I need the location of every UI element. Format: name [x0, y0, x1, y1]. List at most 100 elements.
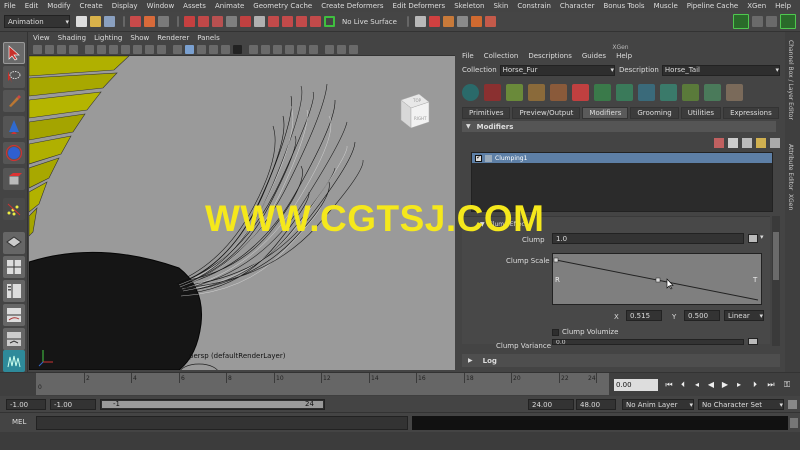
variance-expr-icon[interactable] [748, 338, 758, 345]
menu-animate[interactable]: Animate [215, 2, 244, 10]
normalize-guide-icon[interactable] [660, 83, 677, 101]
save-modifier-icon[interactable] [756, 138, 766, 148]
tab-utilities[interactable]: Utilities [680, 107, 722, 119]
xgen-menu-collection[interactable]: Collection [484, 52, 519, 60]
anti-alias-icon[interactable] [297, 44, 306, 54]
tab-grooming[interactable]: Grooming [630, 107, 679, 119]
menu-window[interactable]: Window [147, 2, 175, 10]
log-section-header[interactable]: ▶ Log [462, 354, 780, 367]
tab-xgen[interactable]: XGen [787, 194, 794, 210]
layout-persp-outliner-icon[interactable] [3, 280, 25, 302]
guide-length-icon[interactable] [682, 83, 699, 101]
select-hierarchy-icon[interactable] [130, 16, 141, 27]
toggle-sidebar-icon[interactable] [733, 14, 749, 29]
rotate-tool-icon[interactable] [3, 142, 25, 164]
menu-file[interactable]: File [4, 2, 16, 10]
key-icon[interactable]: ⚿ [782, 379, 792, 390]
range-slider-bar[interactable]: -1 24 [100, 399, 325, 410]
step-back-key-icon[interactable]: ⏴ [678, 379, 688, 390]
render-frame-icon[interactable] [428, 16, 440, 27]
menu-modify[interactable]: Modify [47, 2, 70, 10]
layout-four-icon[interactable] [3, 256, 25, 278]
safe-title-icon[interactable] [157, 44, 166, 54]
layout-graph-icon[interactable] [3, 304, 25, 326]
layout-hypershade-icon[interactable] [3, 328, 25, 350]
snap-curve-icon[interactable] [282, 16, 293, 27]
chevron-down-icon[interactable]: ▾ [760, 233, 764, 241]
clump-volumize-checkbox[interactable] [552, 328, 559, 336]
step-forward-key-icon[interactable]: ⏵ [750, 379, 760, 390]
image-plane-icon[interactable] [69, 44, 78, 54]
playback-start-input[interactable]: -1.00 [50, 399, 96, 410]
list-item[interactable]: Clumping1 [472, 153, 772, 163]
lights-icon[interactable] [221, 44, 230, 54]
select-object-icon[interactable] [144, 16, 155, 27]
sculpt-guides-icon[interactable] [528, 83, 545, 101]
clump-input[interactable]: 1.0 [552, 233, 744, 244]
range-slider-fill[interactable] [102, 401, 323, 408]
tab-expressions[interactable]: Expressions [723, 107, 779, 119]
menu-edit[interactable]: Edit [25, 2, 39, 10]
tab-attribute-editor[interactable]: Attribute Editor [787, 144, 794, 190]
xgen-preview-icon[interactable] [3, 350, 25, 372]
scale-tool-icon[interactable] [3, 168, 25, 190]
soft-mod-icon[interactable] [3, 198, 25, 220]
vp-menu-view[interactable]: View [33, 34, 50, 42]
start-time-input[interactable]: -1.00 [6, 399, 46, 410]
mask-face-icon[interactable] [212, 16, 223, 27]
camera-icon[interactable] [33, 44, 42, 54]
vp-menu-lighting[interactable]: Lighting [94, 34, 122, 42]
params-scrollbar[interactable] [772, 216, 780, 346]
isolate-select-icon[interactable] [325, 44, 334, 54]
anim-layer-select[interactable]: No Anim Layer ▾ [622, 399, 694, 410]
select-component-icon[interactable] [158, 16, 169, 27]
depth-of-field-icon[interactable] [309, 44, 318, 54]
wireframe-icon[interactable] [173, 44, 182, 54]
render-settings-icon[interactable] [456, 16, 468, 27]
menu-skeleton[interactable]: Skeleton [454, 2, 484, 10]
toggle-attribute-icon[interactable] [752, 16, 763, 27]
scrollbar-thumb[interactable] [773, 232, 779, 280]
open-scene-icon[interactable] [90, 16, 101, 27]
textured-icon[interactable] [209, 44, 218, 54]
guide-grid-icon[interactable] [726, 83, 743, 101]
eye-preview-icon[interactable] [462, 83, 479, 101]
vp-menu-show[interactable]: Show [130, 34, 149, 42]
add-description-icon[interactable] [506, 83, 523, 101]
script-editor-icon[interactable] [790, 418, 798, 428]
move-tool-icon[interactable] [3, 116, 25, 138]
vp-menu-renderer[interactable]: Renderer [157, 34, 189, 42]
play-forward-icon[interactable]: ▶ [720, 379, 730, 390]
snap-grid-icon[interactable] [268, 16, 279, 27]
mask-vertex-icon[interactable] [184, 16, 195, 27]
command-input[interactable] [36, 416, 408, 430]
play-backward-icon[interactable]: ◀ [706, 379, 716, 390]
toggle-tool-settings-icon[interactable] [766, 16, 777, 27]
motion-blur-icon[interactable] [285, 44, 294, 54]
add-guide-icon[interactable] [594, 83, 611, 101]
mask-dynamics-icon[interactable] [240, 16, 251, 27]
tab-preview-output[interactable]: Preview/Output [512, 107, 581, 119]
new-scene-icon[interactable] [76, 16, 87, 27]
auto-key-icon[interactable] [788, 400, 797, 409]
menu-xgen[interactable]: XGen [747, 2, 766, 10]
ambient-occlusion-icon[interactable] [273, 44, 282, 54]
menu-edit-deformers[interactable]: Edit Deformers [393, 2, 446, 10]
tab-primitives[interactable]: Primitives [462, 107, 511, 119]
xgen-menu-help[interactable]: Help [616, 52, 632, 60]
menu-set-select[interactable]: Animation ▾ [4, 15, 70, 28]
make-live-icon[interactable] [324, 16, 335, 27]
add-modifier-icon[interactable] [714, 138, 724, 148]
grid-icon[interactable] [85, 44, 94, 54]
tab-channel-box[interactable]: Channel Box / Layer Editor [787, 40, 794, 120]
modifier-enable-checkbox[interactable] [475, 153, 482, 162]
hypershade-icon[interactable] [470, 16, 482, 27]
modifier-down-icon[interactable] [742, 138, 752, 148]
y-input[interactable]: 0.500 [684, 310, 720, 321]
gate-mask-icon[interactable] [121, 44, 130, 54]
open-modifier-icon[interactable] [770, 138, 780, 148]
current-frame-field[interactable]: 0.00 [614, 379, 658, 391]
collection-select[interactable]: Horse_Fur ▾ [499, 64, 615, 76]
menu-bonus-tools[interactable]: Bonus Tools [603, 2, 644, 10]
menu-geometry-cache[interactable]: Geometry Cache [253, 2, 312, 10]
